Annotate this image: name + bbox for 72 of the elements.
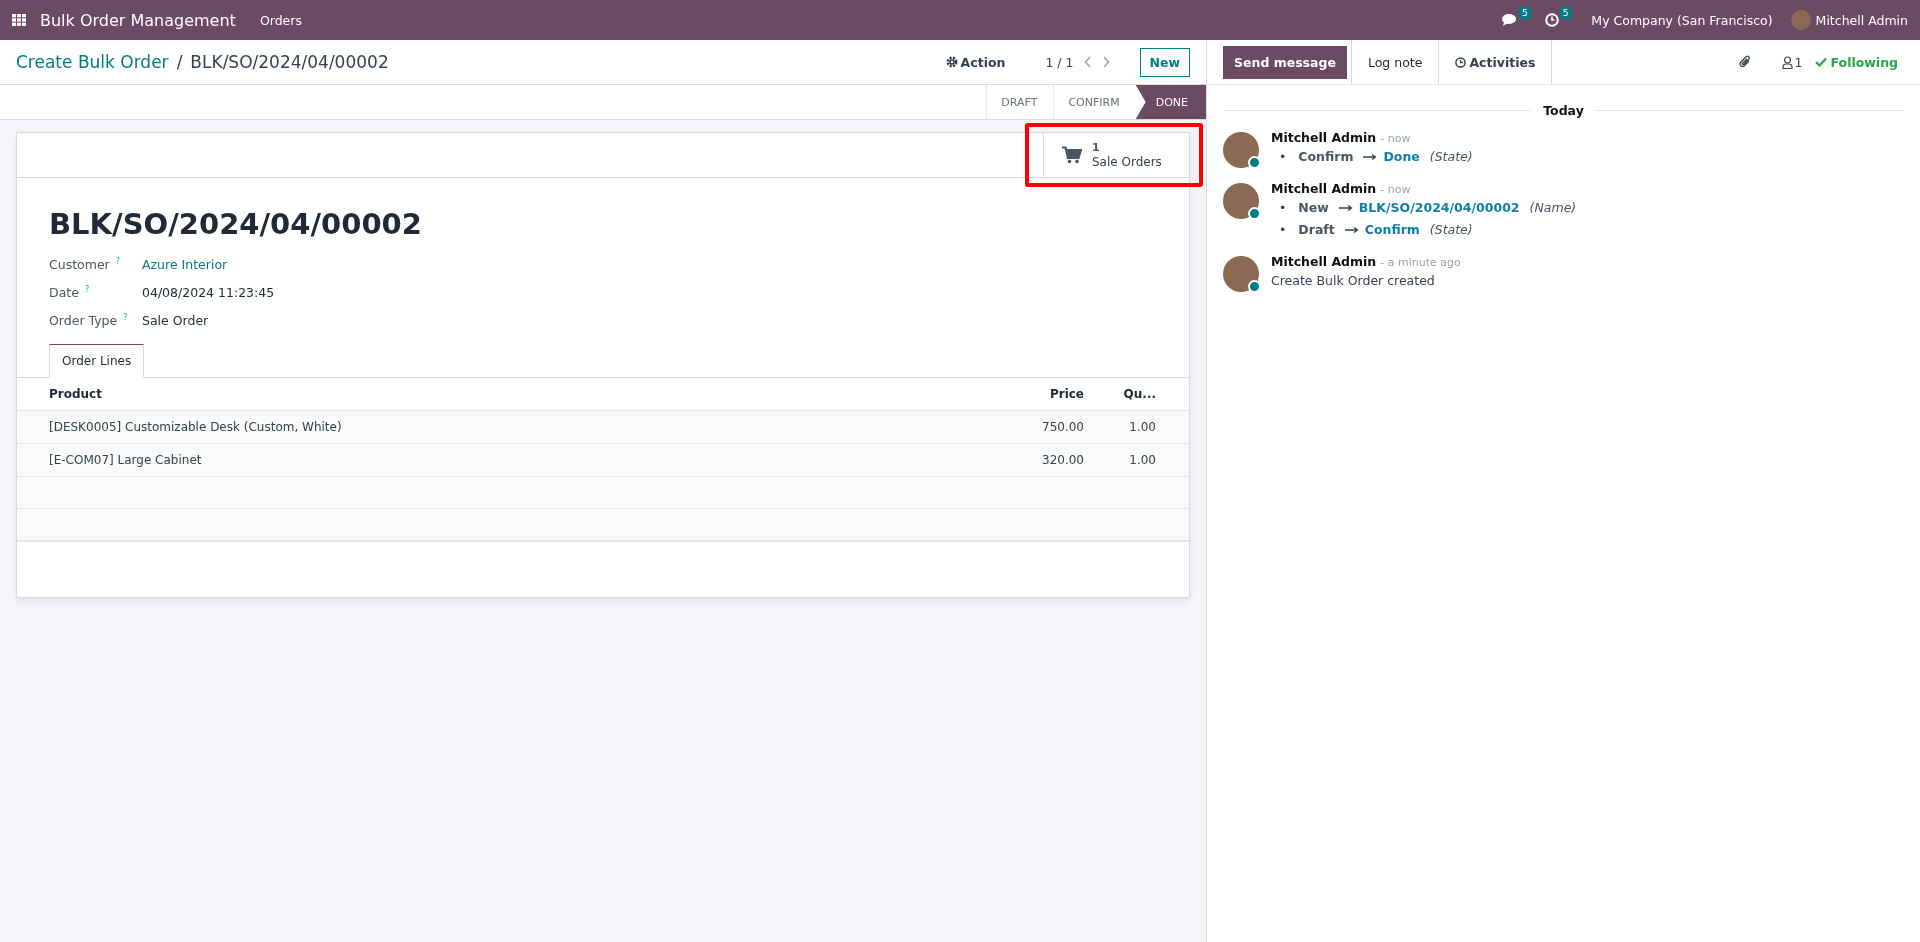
table-cell: 1.00	[1084, 443, 1189, 477]
action-menu-button[interactable]: Action	[939, 53, 1012, 71]
cart-icon	[1062, 146, 1082, 164]
old-value: Draft	[1298, 222, 1335, 237]
person-icon	[1781, 55, 1793, 69]
new-button[interactable]: New	[1139, 47, 1190, 77]
online-status-dot	[1248, 156, 1261, 169]
breadcrumb-current: BLK/SO/2024/04/00002	[190, 52, 389, 72]
field-value: 04/08/2024 11:23:45	[142, 285, 276, 301]
message-time: - now	[1380, 132, 1411, 145]
online-status-dot	[1248, 207, 1261, 220]
author-avatar	[1223, 256, 1259, 292]
bullet-mark: •	[1279, 222, 1287, 237]
author-avatar	[1223, 183, 1259, 219]
message-time: - now	[1380, 183, 1411, 196]
table-cell: 1.00	[1084, 410, 1189, 444]
field-label: Date	[49, 285, 79, 301]
user-name[interactable]: Mitchell Admin	[1815, 12, 1908, 28]
activity-count-badge: 5	[1559, 7, 1572, 19]
author-name: Mitchell Admin	[1271, 181, 1377, 196]
author-name: Mitchell Admin	[1271, 254, 1377, 269]
date-separator: Today	[1543, 103, 1584, 118]
clock-icon[interactable]	[1544, 13, 1559, 27]
field-label: Customer	[49, 257, 110, 273]
record-title: BLK/SO/2024/04/00002	[49, 207, 423, 241]
message-count-badge: 5	[1518, 7, 1531, 19]
pager-counter[interactable]: 1 / 1	[1045, 54, 1074, 70]
notebook-tab[interactable]: Order Lines	[49, 344, 145, 379]
tracked-field-name: (State)	[1429, 222, 1473, 237]
tracked-field-name: (State)	[1429, 149, 1473, 164]
tracked-field-name: (Name)	[1529, 200, 1577, 215]
chat-bubbles-icon[interactable]	[1501, 13, 1518, 27]
bullet-mark: •	[1279, 200, 1287, 215]
log-note-button[interactable]: Log note	[1350, 40, 1440, 84]
table-cell: [DESK0005] Customizable Desk (Custom, White)	[17, 410, 886, 444]
app-name[interactable]: Bulk Order Management	[40, 10, 236, 30]
message-time: - a minute ago	[1380, 256, 1461, 269]
followers-button[interactable]: 1	[1775, 53, 1809, 71]
old-value: New	[1298, 200, 1329, 215]
new-value: Done	[1383, 149, 1420, 164]
table-cell: 750.00	[885, 410, 1084, 444]
field-label: Order Type	[49, 313, 118, 329]
bullet-mark: •	[1279, 149, 1287, 164]
send-message-button[interactable]: Send message	[1223, 45, 1347, 79]
arrow-right-icon	[1344, 226, 1359, 234]
author-avatar	[1223, 132, 1259, 168]
clock-icon	[1455, 56, 1467, 68]
column-header[interactable]: Qu...	[1084, 377, 1189, 411]
apps-grid-icon[interactable]	[12, 14, 26, 26]
message-body: Create Bulk Order created	[1271, 273, 1436, 288]
old-value: Confirm	[1298, 149, 1354, 164]
author-name: Mitchell Admin	[1271, 130, 1377, 145]
column-header[interactable]: Price	[885, 377, 1084, 411]
checkmark-icon	[1814, 57, 1827, 67]
column-header[interactable]: Product	[17, 377, 886, 411]
online-status-dot	[1248, 280, 1261, 293]
table-cell: 320.00	[885, 443, 1084, 477]
new-value: Confirm	[1364, 222, 1420, 237]
arrow-right-icon	[1363, 153, 1378, 161]
table-cell: [E-COM07] Large Cabinet	[17, 443, 886, 477]
paperclip-icon[interactable]	[1737, 54, 1752, 70]
sale-orders-smart-button[interactable]: 1 Sale Orders	[1043, 133, 1189, 177]
breadcrumb-separator: /	[176, 52, 183, 72]
company-switcher[interactable]: My Company (San Francisco)	[1591, 12, 1773, 28]
menu-item[interactable]: Orders	[259, 12, 302, 28]
gear-icon	[945, 56, 958, 68]
status-stage[interactable]: DONE	[1135, 85, 1206, 119]
arrow-right-icon	[1338, 204, 1353, 212]
new-value: BLK/SO/2024/04/00002	[1358, 200, 1520, 215]
field-value: Sale Order	[142, 313, 210, 329]
breadcrumb-link[interactable]: Create Bulk Order	[16, 52, 169, 72]
field-value-link[interactable]: Azure Interior	[142, 257, 1157, 273]
